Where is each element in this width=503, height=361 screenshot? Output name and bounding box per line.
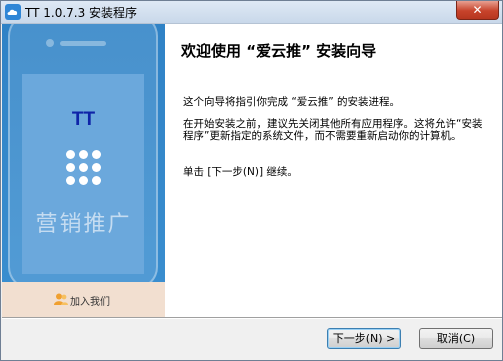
welcome-panel: 欢迎使用 “爱云推” 安装向导 这个向导将指引你完成 “爱云推” 的安装进程。 … <box>165 24 502 317</box>
page-title: 欢迎使用 “爱云推” 安装向导 <box>181 42 377 60</box>
intro-text: 这个向导将指引你完成 “爱云推” 的安装进程。 <box>183 96 401 108</box>
users-icon <box>54 293 68 305</box>
join-us-bar[interactable]: 加入我们 <box>2 282 165 317</box>
brand-logo: TT <box>71 109 96 130</box>
cancel-button[interactable]: 取消(C) <box>419 328 493 349</box>
instruction-text: 单击 [下一步(N)] 继续。 <box>183 166 298 178</box>
join-us-label: 加入我们 <box>70 297 110 308</box>
installer-window: TT 1.0.7.3 安装程序 ✕ TT 营销推广 加入我们 欢迎使用 “爱云推… <box>0 0 503 361</box>
window-title: TT 1.0.7.3 安装程序 <box>25 6 138 20</box>
title-bar: TT 1.0.7.3 安装程序 ✕ <box>1 1 502 24</box>
phone-speaker <box>60 41 106 46</box>
grid-icon <box>66 150 102 186</box>
advice-text: 在开始安装之前，建议先关闭其他所有应用程序。这将允许“安装程序”更新指定的系统文… <box>183 118 483 142</box>
close-icon: ✕ <box>472 3 483 17</box>
footer-divider <box>2 317 502 319</box>
side-banner: TT 营销推广 加入我们 <box>2 24 165 317</box>
cloud-icon <box>5 4 21 20</box>
banner-slogan: 营销推广 <box>35 212 132 237</box>
phone-camera <box>46 39 54 47</box>
close-button[interactable]: ✕ <box>456 1 499 20</box>
next-button[interactable]: 下一步(N) > <box>327 328 401 349</box>
